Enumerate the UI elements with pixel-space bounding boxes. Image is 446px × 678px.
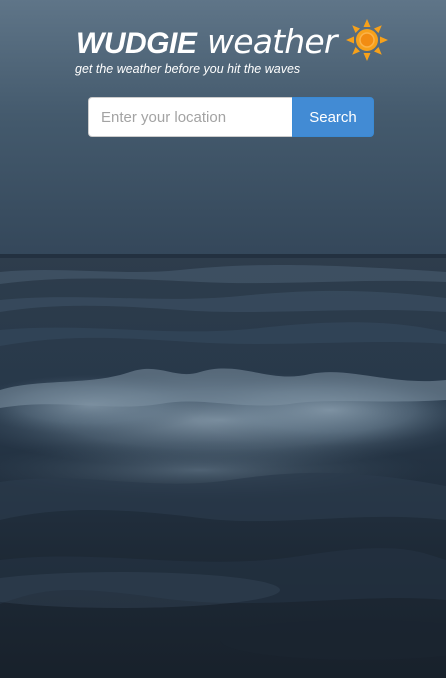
location-search-input[interactable] — [88, 97, 292, 137]
brand-name-bold: WUDGIE — [76, 27, 197, 60]
page: WUDGIE weather get the weather before yo… — [0, 0, 446, 678]
search-button[interactable]: Search — [292, 97, 374, 137]
sun-icon — [346, 19, 388, 61]
brand-name-light: weather — [207, 22, 337, 61]
search-form: Search — [88, 97, 374, 137]
tagline: get the weather before you hit the waves — [75, 62, 301, 76]
